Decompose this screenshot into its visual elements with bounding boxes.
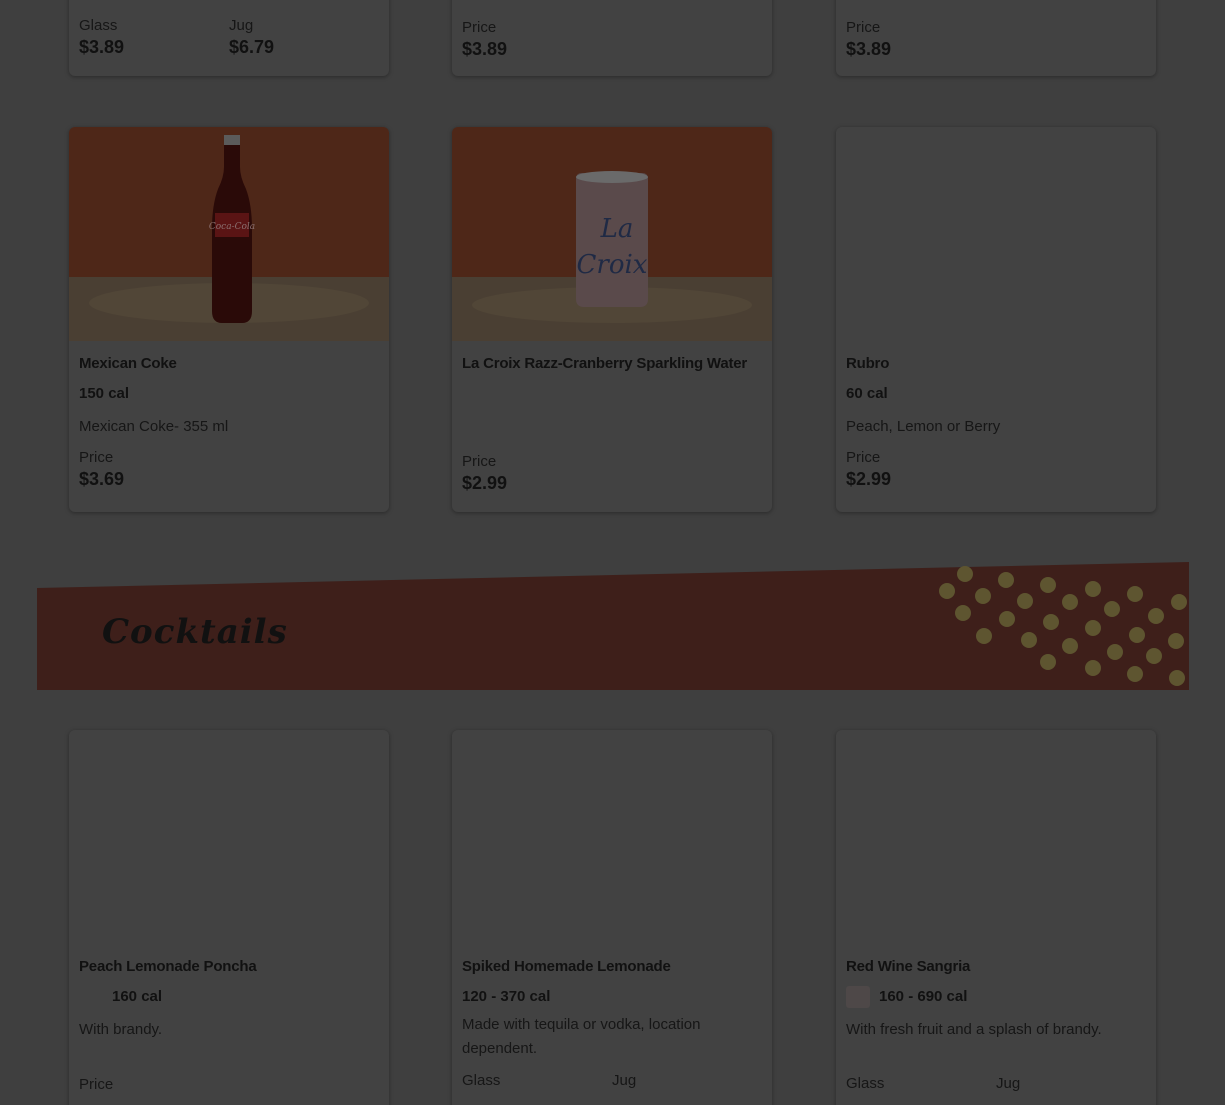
price-label: Price — [462, 19, 497, 36]
item-description: Peach, Lemon or Berry — [846, 418, 1001, 435]
section-banner-cocktails: Cocktails — [37, 562, 1189, 690]
menu-card-top-2[interactable]: Price $3.89 — [452, 0, 772, 76]
item-description: Mexican Coke- 355 ml — [79, 418, 229, 435]
svg-text:Croix: Croix — [577, 250, 648, 280]
price-label: Price — [79, 449, 114, 466]
price-value: $3.69 — [79, 469, 125, 489]
item-calories: 60 cal — [846, 385, 888, 402]
calorie-icon — [846, 986, 870, 1008]
price-value: $2.99 — [846, 469, 892, 489]
item-image-placeholder — [836, 730, 1156, 944]
menu-card-rubro[interactable]: Rubro 60 cal Peach, Lemon or Berry Price… — [836, 127, 1156, 512]
menu-card-peach-lemonade-poncha[interactable]: Peach Lemonade Poncha 160 cal With brand… — [69, 730, 389, 1105]
menu-card-mexican-coke[interactable]: Coca-Cola Mexican Coke 150 cal Mexican C… — [69, 127, 389, 512]
jug-label: Jug — [229, 17, 254, 34]
menu-card-spiked-homemade-lemonade[interactable]: Spiked Homemade Lemonade 120 - 370 cal M… — [452, 730, 772, 1105]
jug-label: Jug — [996, 1075, 1021, 1092]
jug-price: $6.79 — [229, 37, 275, 57]
jug-label: Jug — [612, 1072, 637, 1089]
item-name: Spiked Homemade Lemonade — [462, 958, 671, 975]
glass-price: $3.89 — [79, 37, 125, 57]
item-image-placeholder — [836, 127, 1156, 341]
glass-label: Glass — [846, 1075, 885, 1092]
item-name: Peach Lemonade Poncha — [79, 958, 257, 975]
lacroix-can-image: La Croix — [452, 127, 772, 341]
item-description: Made with tequila or vodka, location dep… — [462, 1016, 701, 1057]
item-name: Rubro — [846, 355, 890, 372]
item-calories-row: 160 cal — [79, 986, 379, 1008]
item-name: La Croix Razz-Cranberry Sparkling Water — [462, 355, 748, 372]
price-label: Price — [846, 19, 881, 36]
calorie-icon — [79, 986, 103, 1008]
item-calories: 150 cal — [79, 385, 130, 402]
glass-label: Glass — [79, 17, 118, 34]
price-value: $2.99 — [462, 473, 508, 493]
item-name: Mexican Coke — [79, 355, 177, 372]
price-label: Price — [79, 1076, 114, 1093]
price-pair: Glass Jug — [846, 1075, 1146, 1092]
menu-card-top-3[interactable]: Price $3.89 — [836, 0, 1156, 76]
price-pair: Glass Jug — [462, 1072, 762, 1089]
menu-card-la-croix[interactable]: La Croix La Croix Razz-Cranberry Sparkli… — [452, 127, 772, 512]
glass-label: Glass — [462, 1072, 501, 1089]
svg-text:La: La — [600, 214, 634, 244]
price-label: Price — [462, 453, 497, 470]
item-calories: 160 cal — [112, 987, 163, 1005]
item-calories-row: 160 - 690 cal — [846, 986, 1146, 1008]
item-image-placeholder — [69, 730, 389, 944]
item-calories: 160 - 690 cal — [879, 987, 968, 1005]
svg-text:Coca-Cola: Coca-Cola — [209, 222, 255, 232]
price-value: $3.89 — [462, 39, 508, 59]
menu-card-red-wine-sangria[interactable]: Red Wine Sangria 160 - 690 cal With fres… — [836, 730, 1156, 1105]
item-description: With brandy. — [79, 1021, 163, 1038]
menu-card-top-1[interactable]: Glass $3.89 Jug $6.79 — [69, 0, 389, 76]
price-label: Price — [846, 449, 881, 466]
section-title: Cocktails — [102, 612, 288, 652]
item-calories: 120 - 370 cal — [462, 988, 551, 1005]
item-image-placeholder — [452, 730, 772, 944]
coke-bottle-image: Coca-Cola — [69, 127, 389, 341]
item-description: With fresh fruit and a splash of brandy. — [846, 1021, 1102, 1038]
price-pair: Glass $3.89 Jug $6.79 — [79, 17, 379, 58]
price-value: $3.89 — [846, 39, 892, 59]
item-name: Red Wine Sangria — [846, 958, 971, 975]
